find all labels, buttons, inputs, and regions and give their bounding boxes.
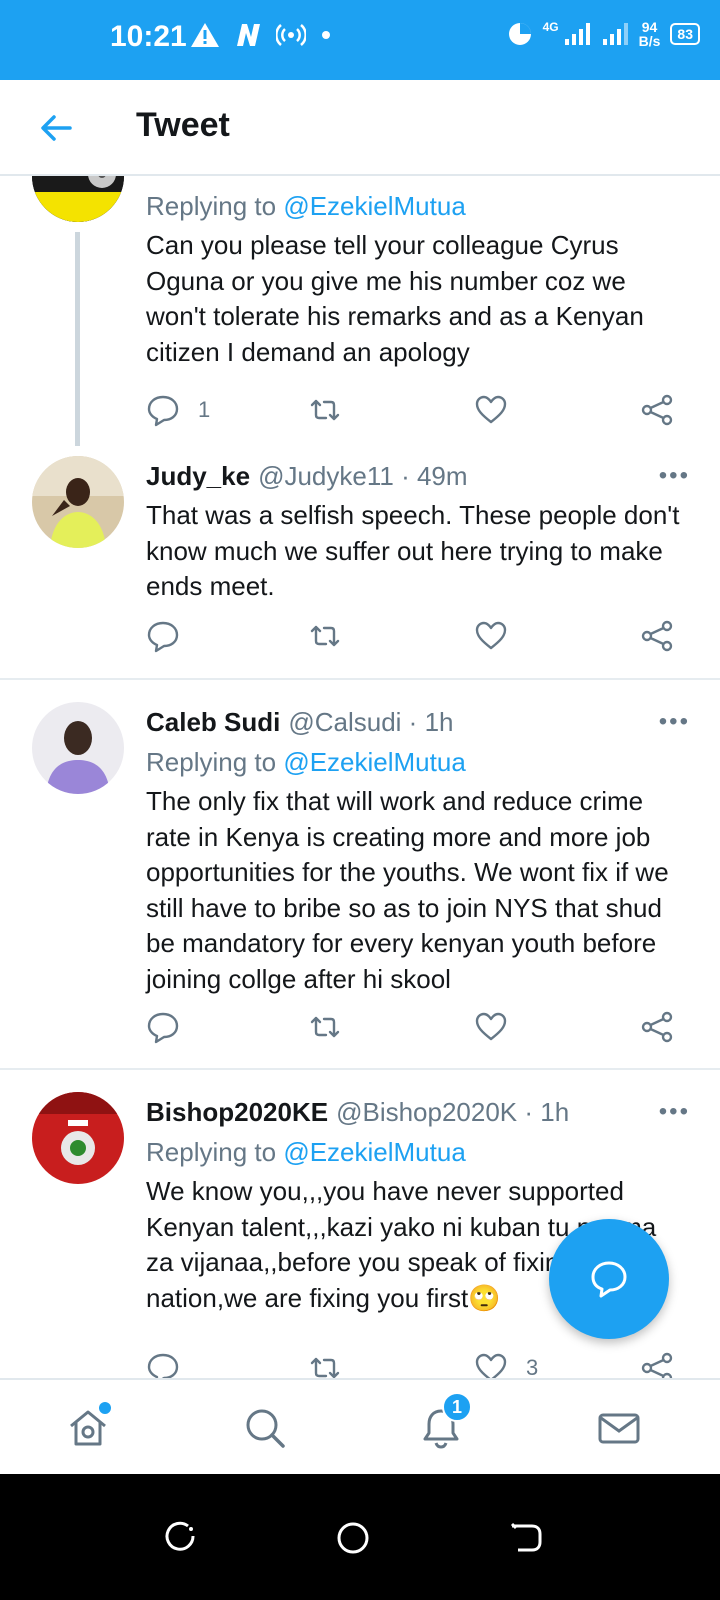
back-icon[interactable] [508,1520,544,1556]
search-icon[interactable] [243,1406,287,1450]
reply-button[interactable] [146,1009,180,1045]
retweet-button[interactable] [308,392,342,428]
tweet-text: That was a selfish speech. These people … [146,500,680,601]
tweet-header: Caleb Sudi @Calsudi · 1h [146,702,686,742]
tweet-header: Bishop2020KE @Bishop2020K · 1h [146,1092,686,1132]
share-icon [641,1011,673,1043]
tweet-text: Can you please tell your colleague Cyrus… [146,230,644,367]
tweet-header: Judy_ke @Judyke11 · 49m [146,456,686,496]
status-bar: 10:21 4G 94 B/s 83 [0,0,720,80]
page-title: Tweet [136,106,230,144]
signal-icon [564,23,590,45]
hotspot-icon [276,24,306,46]
notification-badge: 1 [442,1392,472,1422]
app-header: Tweet [0,80,720,176]
recent-apps-icon[interactable] [162,1520,198,1556]
reply-icon [147,1012,179,1044]
network-speed: 94 B/s [638,19,661,49]
home-circle-icon[interactable] [335,1520,371,1556]
reply-icon [147,395,179,427]
heart-icon [475,621,507,650]
heart-icon [475,1012,507,1041]
replying-to: Replying to @EzekielMutua [146,191,466,221]
home-new-dot [99,1402,111,1414]
share-button[interactable] [640,618,674,654]
more-options-icon[interactable]: ••• [659,1098,690,1126]
retweet-button[interactable] [308,618,342,654]
tweet-actions [146,1009,676,1049]
replying-to: Replying to @EzekielMutua [146,1137,466,1167]
handle-and-time: @Calsudi · 1h [288,706,454,737]
mention-link[interactable]: @EzekielMutua [283,1137,465,1167]
back-arrow-icon[interactable] [36,108,76,148]
netflix-n-icon [237,24,260,46]
share-icon [641,620,673,652]
like-button[interactable] [474,618,508,654]
share-button[interactable] [640,392,674,428]
more-options-icon[interactable]: ••• [659,462,690,490]
display-name[interactable]: Caleb Sudi [146,707,280,738]
reply-button[interactable]: 1 [146,392,210,428]
status-time: 10:21 [110,20,187,53]
handle-and-time: @Bishop2020K · 1h [336,1096,570,1127]
user-photo-avatar-image [32,702,124,794]
avatar[interactable] [32,702,124,794]
signal-icon-2 [602,23,628,45]
retweet-button[interactable] [308,1009,342,1045]
more-options-icon[interactable]: ••• [659,708,690,736]
bottom-navigation: 1 [0,1378,720,1474]
tweet-item[interactable]: Caleb Sudi @Calsudi · 1h Replying to @Ez… [0,702,720,1070]
album-cover-avatar-image [32,176,124,222]
like-button[interactable] [474,1009,508,1045]
display-name[interactable]: Judy_ke [146,461,250,492]
tweet-item[interactable]: Judy_ke @Judyke11 · 49m That was a selfi… [0,456,720,680]
network-type: 4G [542,20,559,34]
messages-mail-icon[interactable] [597,1406,641,1450]
retweet-icon [310,399,340,421]
tweet-actions [146,618,676,658]
display-name[interactable]: Bishop2020KE [146,1097,328,1128]
tweet-text: The only fix that will work and reduce c… [146,786,669,994]
retweet-icon [310,625,340,647]
share-icon [641,394,673,426]
reply-button[interactable] [146,618,180,654]
reply-count: 1 [198,397,211,422]
system-navigation-bar [0,1474,720,1600]
data-saver-icon [508,23,531,45]
share-button[interactable] [640,1009,674,1045]
compose-reply-button[interactable] [549,1219,669,1339]
thread-line [75,232,80,446]
reply-icon [147,621,179,653]
warning-icon [191,23,219,47]
mention-link[interactable]: @EzekielMutua [283,747,465,777]
handle-and-time: @Judyke11 · 49m [258,460,468,491]
battery-indicator: 83 [670,23,700,45]
dot-icon [322,31,330,39]
reply-bubble-icon [591,1261,627,1298]
avatar[interactable] [32,176,124,222]
like-button[interactable] [474,392,508,428]
tweet-item[interactable]: Replying to @EzekielMutua Can you please… [0,176,720,456]
mention-link[interactable]: @EzekielMutua [283,191,465,221]
replying-to: Replying to @EzekielMutua [146,747,466,777]
heart-icon [475,395,507,424]
avatar[interactable] [32,456,124,548]
user-photo-avatar-image [32,1092,124,1184]
retweet-icon [310,1016,340,1038]
tweet-actions: 1 [146,392,676,432]
avatar[interactable] [32,1092,124,1184]
user-photo-avatar-image [32,456,124,548]
